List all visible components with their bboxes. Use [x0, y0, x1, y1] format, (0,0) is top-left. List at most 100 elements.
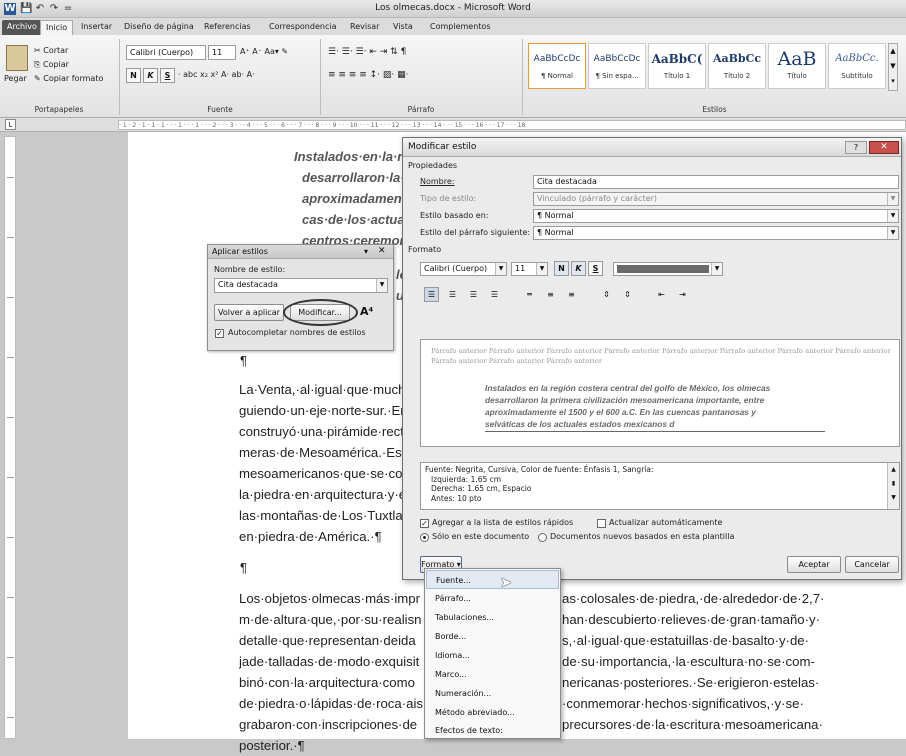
paragraph-line: m·de·altura·que,·por·su·realisn	[239, 612, 422, 627]
tab-archivo[interactable]: Archivo	[2, 20, 42, 35]
space-before-icon[interactable]: ⇕	[599, 287, 614, 302]
paragraph-line: ·conmemorar·hechos·significativos,·y·se·	[562, 696, 804, 711]
quote-line: desarrollaron·la·p	[302, 170, 404, 185]
vertical-ruler[interactable]	[4, 136, 16, 739]
list-indent-tools[interactable]: ☰· ☰· ☰· ⇤ ⇥ ⇅ ¶	[328, 46, 406, 58]
name-input[interactable]: Cita destacada	[533, 175, 899, 189]
tab-complementos[interactable]: Complementos	[425, 20, 495, 35]
tab-insertar[interactable]: Insertar	[76, 20, 117, 35]
font-size-select[interactable]: 11	[208, 45, 236, 60]
paragraph-line: binó·con·la·arquitectura·como	[239, 675, 415, 690]
tab-vista[interactable]: Vista	[388, 20, 418, 35]
font-format-tools[interactable]: · abc x₂ x² A· ab· A·	[178, 69, 255, 81]
dialog-font-select[interactable]: Calibri (Cuerpo) ▼	[420, 262, 507, 276]
menu-item-tabulaciones[interactable]: Tabulaciones...	[426, 608, 559, 627]
group-separator	[522, 39, 523, 115]
paste-icon[interactable]	[6, 45, 28, 71]
paragraph-line: han·descubierto·relieves·de·gran·tamaño·…	[562, 612, 821, 627]
paragraph-line: construyó·una·pirámide·rect	[239, 424, 403, 439]
based-on-select[interactable]: ¶ Normal ▼	[533, 209, 899, 223]
paste-button[interactable]: Pegar	[4, 73, 27, 85]
font-size-tools[interactable]: A⁺ A⁻ Aa▾ ✎	[240, 46, 288, 58]
styles-scroll[interactable]: ▲ ▼ ▾	[888, 43, 898, 91]
dialog-size-select[interactable]: 11 ▼	[511, 262, 548, 276]
paragraph-line: de·piedra·o·lápidas·de·roca·ais	[239, 696, 423, 711]
single-spacing-icon[interactable]: ═	[522, 287, 537, 302]
tab-correspondencia[interactable]: Correspondencia	[264, 20, 341, 35]
tab-inicio[interactable]: Inicio	[40, 20, 74, 35]
align-left-icon[interactable]: ☰	[424, 287, 439, 302]
chevron-down-icon[interactable]: ▼	[495, 263, 506, 275]
auto-update-checkbox[interactable]	[597, 519, 606, 528]
help-icon[interactable]: ?	[845, 141, 867, 154]
highlight-circle	[283, 299, 358, 326]
style-sin-espaciado[interactable]: AaBbCcDc ¶ Sin espa...	[588, 43, 646, 89]
chevron-down-icon[interactable]: ▼	[711, 263, 722, 275]
decrease-indent-icon[interactable]: ⇤	[654, 287, 669, 302]
cut-button[interactable]: ✂ Cortar	[34, 45, 68, 57]
chevron-down-icon[interactable]: ▼	[887, 210, 898, 222]
menu-item-marco[interactable]: Marco...	[426, 665, 559, 684]
mouse-cursor-icon: ➤	[500, 575, 512, 591]
ok-button[interactable]: Aceptar	[787, 556, 841, 573]
align-center-icon[interactable]: ☰	[445, 287, 460, 302]
alignment-tools[interactable]: ≡ ≡ ≡ ≡ ↕· ▨· ▦·	[328, 69, 408, 81]
format-painter-button[interactable]: ✎ Copiar formato	[34, 73, 103, 85]
preview-quote-text: Instalados en la región costera central …	[485, 383, 771, 429]
style-name-combo[interactable]: Cita destacada ▼	[214, 278, 388, 293]
menu-item-metodo-abreviado[interactable]: Método abreviado...	[426, 703, 559, 722]
close-icon[interactable]: ✕	[869, 141, 899, 154]
styles-pane-icon[interactable]: A⁴	[360, 305, 373, 318]
underline-button[interactable]: S	[160, 68, 175, 83]
align-right-icon[interactable]: ☰	[466, 287, 481, 302]
dialog-underline-button[interactable]: S	[588, 261, 603, 276]
dialog-bold-button[interactable]: N	[554, 261, 569, 276]
horizontal-ruler[interactable]: · 1 · 2 · 1 · 1 · 1 · · · 1 · · · 1 · · …	[118, 120, 906, 130]
reapply-button[interactable]: Volver a aplicar	[214, 304, 284, 321]
menu-item-numeracion[interactable]: Numeración...	[426, 684, 559, 703]
properties-section: Propiedades	[408, 161, 458, 170]
double-spacing-icon[interactable]: ≡	[564, 287, 579, 302]
font-name-select[interactable]: Calibri (Cuerpo)	[126, 45, 206, 60]
tab-selector[interactable]: L	[5, 119, 16, 130]
copy-button[interactable]: ⎘ Copiar	[34, 59, 69, 71]
pane-options-icon[interactable]: ▾	[364, 247, 368, 256]
tab-revisar[interactable]: Revisar	[345, 20, 384, 35]
font-color-select[interactable]: ▼	[613, 262, 723, 276]
add-quick-styles-checkbox[interactable]: ✓	[420, 519, 429, 528]
tab-diseno-pagina[interactable]: Diseño de página	[119, 20, 199, 35]
bold-button[interactable]: N	[126, 68, 141, 83]
close-icon[interactable]: ✕	[378, 246, 386, 256]
chevron-down-icon[interactable]: ▼	[376, 279, 387, 292]
style-normal[interactable]: AaBbCcDc ¶ Normal	[528, 43, 586, 89]
new-documents-radio[interactable]	[538, 533, 547, 542]
next-paragraph-select[interactable]: ¶ Normal ▼	[533, 226, 899, 240]
increase-indent-icon[interactable]: ⇥	[675, 287, 690, 302]
style-titulo-2[interactable]: AaBbCc Título 2	[708, 43, 766, 89]
only-this-document-radio[interactable]	[420, 533, 429, 542]
onehalf-spacing-icon[interactable]: ≡	[543, 287, 558, 302]
dialog-italic-button[interactable]: K	[571, 261, 586, 276]
modify-style-dialog: Modificar estilo ? ✕ Propiedades Nombre:…	[402, 137, 902, 580]
style-subtitulo[interactable]: AaBbCc. Subtítulo	[828, 43, 886, 89]
autocomplete-checkbox[interactable]: ✓	[215, 329, 224, 338]
style-titulo[interactable]: AaB Título	[768, 43, 826, 89]
menu-item-borde[interactable]: Borde...	[426, 627, 559, 646]
tab-referencias[interactable]: Referencias	[199, 20, 256, 35]
chevron-down-icon[interactable]: ▼	[536, 263, 547, 275]
paragraph-line: posterior.·¶	[239, 738, 305, 753]
justify-icon[interactable]: ☰	[487, 287, 502, 302]
chevron-down-icon[interactable]: ▼	[887, 227, 898, 239]
menu-item-idioma[interactable]: Idioma...	[426, 646, 559, 665]
paragraph-line: jade·talladas·de·modo·exquisit	[239, 654, 420, 669]
style-titulo-1[interactable]: AaBbC(Título 1	[648, 43, 706, 89]
group-label-parrafo: Párrafo	[407, 105, 435, 114]
description-scrollbar[interactable]: ▲ ▮ ▼	[887, 463, 899, 509]
menu-item-fuente[interactable]: Fuente...	[426, 570, 559, 589]
menu-item-parrafo[interactable]: Párrafo...	[426, 589, 559, 608]
italic-button[interactable]: K	[143, 68, 158, 83]
ruler-row: L · 1 · 2 · 1 · 1 · 1 · · · 1 · · · 1 · …	[0, 118, 906, 132]
cancel-button[interactable]: Cancelar	[845, 556, 899, 573]
menu-item-efectos-texto[interactable]: Efectos de texto:	[426, 721, 559, 740]
space-after-icon[interactable]: ⇕	[620, 287, 635, 302]
